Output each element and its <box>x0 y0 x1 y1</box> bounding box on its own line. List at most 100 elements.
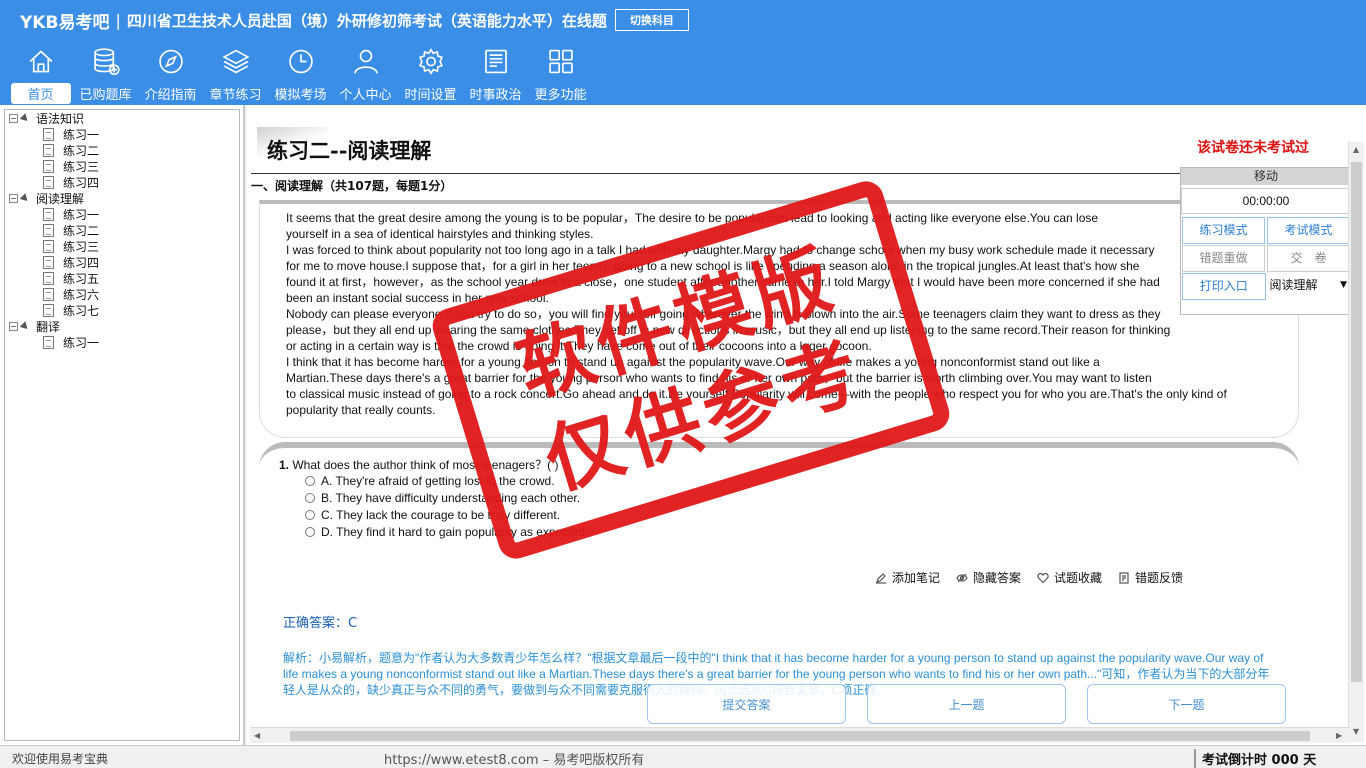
nav-guide[interactable]: 介绍指南 <box>138 46 203 104</box>
clock-icon <box>288 49 313 74</box>
status-copyright: https://www.etest8.com – 易考吧版权所有 <box>384 753 645 768</box>
sidebar: − 语法知识 练习一 练习二 练习三 练习四 − 阅读理解 练习一 练习二 练习三 … <box>0 105 245 745</box>
collapse-toggle-icon[interactable]: − <box>9 321 18 331</box>
tree-leaf[interactable]: 练习一 <box>5 206 239 222</box>
hide-answer-button[interactable]: 隐藏答案 <box>956 569 1021 586</box>
exam-mode-button[interactable]: 考试模式 <box>1267 217 1350 244</box>
tree-leaf[interactable]: 练习一 <box>5 334 239 350</box>
document-icon <box>43 159 54 173</box>
redo-wrong-button[interactable]: 错题重做 <box>1182 245 1265 272</box>
next-question-button[interactable]: 下一题 <box>1087 684 1286 724</box>
tree-label: 练习一 <box>63 335 100 350</box>
tree-node-translation[interactable]: − 翻译 <box>5 318 239 334</box>
tree-leaf-selected[interactable]: 练习二 <box>5 222 239 238</box>
chapter-tree: − 语法知识 练习一 练习二 练习三 练习四 − 阅读理解 练习一 练习二 练习三 … <box>4 109 240 741</box>
move-handle[interactable]: 移动 <box>1181 168 1351 185</box>
question-panel: 1. What does the author think of most te… <box>259 442 1299 742</box>
nav-more[interactable]: 更多功能 <box>528 46 593 104</box>
home-icon <box>29 50 52 73</box>
pencil-icon <box>876 572 886 584</box>
database-icon <box>93 48 120 76</box>
tree-label: 练习一 <box>63 207 100 222</box>
tree-label: 练习三 <box>63 239 100 254</box>
tree-label: 练习四 <box>63 255 100 270</box>
tree-label: 练习三 <box>63 159 100 174</box>
collapse-toggle-icon[interactable]: − <box>9 193 18 203</box>
document-icon <box>43 175 54 189</box>
document-icon <box>43 127 54 141</box>
radio-button[interactable] <box>305 527 315 537</box>
horizontal-scrollbar[interactable]: ◀ ▶ <box>250 727 1350 743</box>
tree-label: 练习二 <box>63 143 100 158</box>
print-row: 打印入口 阅读理解 ▼ <box>1181 273 1351 300</box>
submit-paper-button[interactable]: 交 卷 <box>1267 245 1350 272</box>
question-number: 1. <box>279 458 290 472</box>
radio-button[interactable] <box>305 476 315 486</box>
tree-leaf[interactable]: 练习四 <box>5 174 239 190</box>
nav-chapter[interactable]: 章节练习 <box>203 46 268 104</box>
print-entry-button[interactable]: 打印入口 <box>1182 273 1266 300</box>
tree-leaf[interactable]: 练习六 <box>5 286 239 302</box>
gear-icon <box>418 48 443 75</box>
tree-leaf[interactable]: 练习五 <box>5 270 239 286</box>
expanded-triangle-icon <box>19 320 31 332</box>
tree-label: 练习四 <box>63 175 100 190</box>
grid-icon <box>548 49 573 74</box>
nav-politics[interactable]: 时事政治 <box>463 46 528 104</box>
vertical-scrollbar[interactable]: ▲ ▼ <box>1348 142 1364 742</box>
tree-leaf[interactable]: 练习三 <box>5 158 239 174</box>
scroll-left-icon[interactable]: ◀ <box>254 731 260 740</box>
nav-profile[interactable]: 个人中心 <box>333 46 398 104</box>
error-feedback-button[interactable]: 错题反馈 <box>1118 569 1183 586</box>
tree-label: 练习二 <box>63 223 100 238</box>
action-row: 错题重做 交 卷 <box>1181 245 1351 272</box>
scroll-up-icon[interactable]: ▲ <box>1353 145 1359 154</box>
nav-time-settings[interactable]: 时间设置 <box>398 46 463 104</box>
nav-label: 介绍指南 <box>144 88 197 103</box>
tree-group-grammar: − 语法知识 练习一 练习二 练习三 练习四 <box>5 110 239 190</box>
tree-label: 练习一 <box>63 127 100 142</box>
practice-mode-button[interactable]: 练习模式 <box>1182 217 1265 244</box>
favorite-question-button[interactable]: 试题收藏 <box>1037 569 1102 586</box>
document-icon <box>43 239 54 253</box>
tree-label: 练习六 <box>63 287 100 302</box>
status-bar: 欢迎使用易考宝典 https://www.etest8.com – 易考吧版权所… <box>0 745 1366 768</box>
app-title: 四川省卫生技术人员赴国（境）外研修初筛考试（英语能力水平）在线题 <box>126 11 607 30</box>
nav-label: 更多功能 <box>534 88 587 103</box>
tree-leaf[interactable]: 练习七 <box>5 302 239 318</box>
logo: YKB易考吧 <box>20 12 110 33</box>
expanded-triangle-icon <box>19 112 31 124</box>
nav-label: 模拟考场 <box>274 88 327 103</box>
horizontal-scroll-thumb[interactable] <box>290 731 1310 741</box>
layers-icon <box>221 49 250 74</box>
nav-label: 已购题库 <box>79 88 132 103</box>
nav-home[interactable]: 首页 <box>8 46 73 104</box>
exercise-title: 练习二--阅读理解 <box>267 138 432 163</box>
prev-question-button[interactable]: 上一题 <box>867 684 1066 724</box>
scroll-down-icon[interactable]: ▼ <box>1353 727 1359 736</box>
tree-node-reading[interactable]: − 阅读理解 <box>5 190 239 206</box>
submit-answer-button[interactable]: 提交答案 <box>647 684 846 724</box>
nav-mock-exam[interactable]: 模拟考场 <box>268 46 333 104</box>
expanded-triangle-icon <box>19 192 31 204</box>
document-icon <box>43 303 54 317</box>
news-icon <box>484 49 507 74</box>
tree-leaf[interactable]: 练习四 <box>5 254 239 270</box>
add-note-button[interactable]: 添加笔记 <box>875 569 940 586</box>
nav-purchased[interactable]: 已购题库 <box>73 46 138 104</box>
tree-node-grammar[interactable]: − 语法知识 <box>5 110 239 126</box>
tree-leaf[interactable]: 练习一 <box>5 126 239 142</box>
tool-label: 试题收藏 <box>1054 571 1103 585</box>
question-type-select[interactable]: 阅读理解 ▼ <box>1267 273 1352 300</box>
section-divider <box>251 173 1181 174</box>
tree-leaf[interactable]: 练习三 <box>5 238 239 254</box>
radio-button[interactable] <box>305 493 315 503</box>
tree-leaf[interactable]: 练习二 <box>5 142 239 158</box>
scroll-right-icon[interactable]: ▶ <box>1336 731 1342 740</box>
vertical-scroll-thumb[interactable] <box>1351 162 1362 682</box>
radio-button[interactable] <box>305 510 315 520</box>
compass-icon <box>158 49 183 74</box>
nav-label: 首页 <box>10 83 71 104</box>
collapse-toggle-icon[interactable]: − <box>9 113 18 123</box>
switch-subject-button[interactable]: 切换科目 <box>614 9 689 31</box>
